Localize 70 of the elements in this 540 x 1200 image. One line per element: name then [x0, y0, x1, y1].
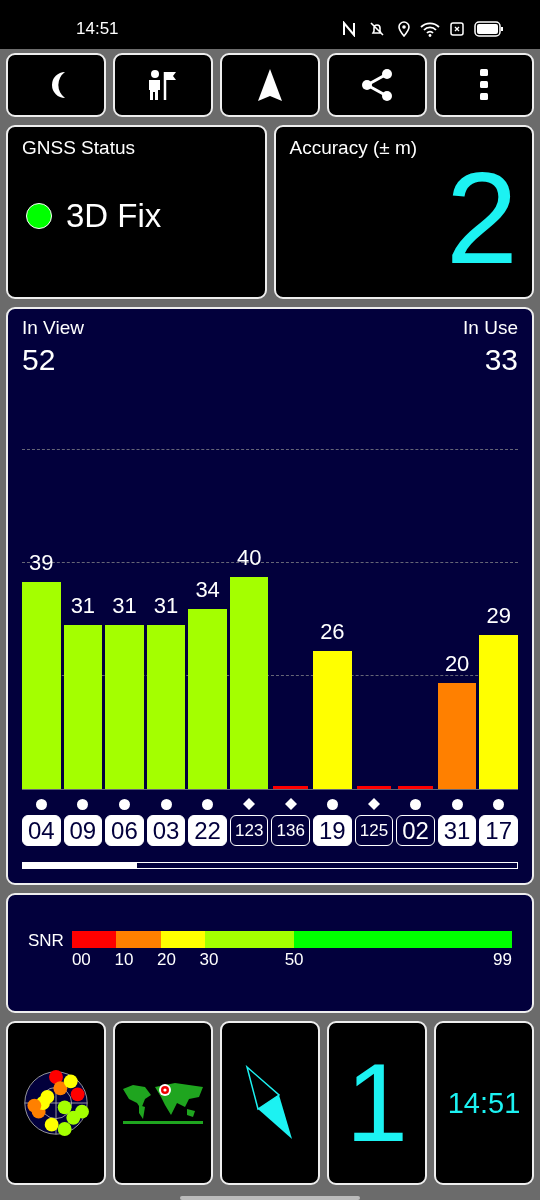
accuracy-value: 2 — [445, 153, 518, 283]
satellites-tile[interactable]: 1 — [327, 1021, 427, 1185]
location-icon — [398, 20, 410, 37]
world-map-tile[interactable] — [113, 1021, 213, 1185]
snr-value: 20 — [444, 651, 470, 677]
diamond-icon — [284, 798, 297, 810]
diamond-icon — [243, 798, 256, 810]
person-flag-button[interactable] — [113, 53, 213, 117]
scale-tick: 30 — [199, 950, 219, 969]
nfc-icon — [342, 20, 356, 37]
scale-tick: 50 — [284, 950, 304, 969]
satellite-id: 125 — [354, 815, 394, 846]
snr-value: 34 — [195, 576, 220, 603]
card-title: GNSS Status — [22, 137, 136, 159]
in-view-count: 52 — [22, 343, 56, 377]
card-title: Accuracy (± m) — [289, 137, 419, 159]
satellite-id: 19 — [313, 815, 352, 846]
snr-value: 39 — [29, 550, 54, 577]
sky-view-tile[interactable] — [6, 1021, 106, 1185]
satellite-id: 136 — [271, 815, 311, 846]
tile-value: 1 — [345, 1047, 409, 1159]
navigation-button[interactable] — [220, 53, 320, 117]
night-mode-button[interactable] — [6, 53, 106, 117]
satellite-id: 02 — [396, 815, 435, 846]
snr-value: 31 — [70, 592, 96, 619]
scale-tick: 00 — [71, 950, 91, 969]
snr-value: 31 — [112, 592, 137, 619]
share-button[interactable] — [327, 53, 427, 117]
in-view-label: In View — [22, 317, 84, 339]
status-time: 14:51 — [76, 18, 120, 39]
snr-value: 29 — [486, 603, 511, 630]
compass-needle-icon — [245, 1065, 295, 1141]
scale-tick: 20 — [157, 950, 176, 969]
clock-time: 14:51 — [447, 1086, 521, 1120]
dot-icon — [160, 798, 172, 810]
satellite-id: 123 — [229, 815, 269, 846]
dot-icon — [202, 798, 214, 810]
more-icon — [480, 69, 488, 101]
satellite-id: 03 — [146, 815, 186, 846]
clock-tile[interactable]: 14:51 — [434, 1021, 534, 1185]
fix-status: 3D Fix — [66, 197, 162, 235]
compass-tile[interactable] — [220, 1021, 320, 1185]
share-icon — [361, 69, 393, 101]
snr-value: 40 — [236, 545, 262, 571]
wifi-icon — [420, 20, 440, 37]
dot-icon — [451, 798, 463, 810]
satellite-id: 17 — [479, 815, 518, 846]
diamond-icon — [367, 798, 380, 810]
satellite-id: 04 — [22, 815, 61, 846]
dot-icon — [35, 798, 47, 810]
satellite-id: 22 — [188, 815, 227, 846]
in-use-count: 33 — [484, 343, 518, 377]
dot-icon — [493, 798, 505, 810]
snr-label: SNR — [28, 931, 64, 951]
in-use-label: In Use — [463, 317, 518, 339]
dot-icon — [118, 798, 130, 810]
scale-tick: 10 — [114, 950, 134, 969]
snr-value: 26 — [320, 619, 345, 646]
dot-icon — [410, 798, 422, 810]
scale-tick: 99 — [493, 950, 512, 970]
satellite-id: 06 — [105, 815, 144, 846]
no-sim-icon — [450, 21, 464, 36]
satellite-id: 31 — [437, 815, 477, 846]
navigation-arrow-icon — [257, 68, 283, 102]
snr-value: 31 — [153, 592, 179, 619]
dot-icon — [77, 798, 89, 810]
menu-button[interactable] — [434, 53, 534, 117]
satellite-id: 09 — [63, 815, 103, 846]
battery-icon — [474, 20, 504, 37]
dot-icon — [326, 798, 338, 810]
